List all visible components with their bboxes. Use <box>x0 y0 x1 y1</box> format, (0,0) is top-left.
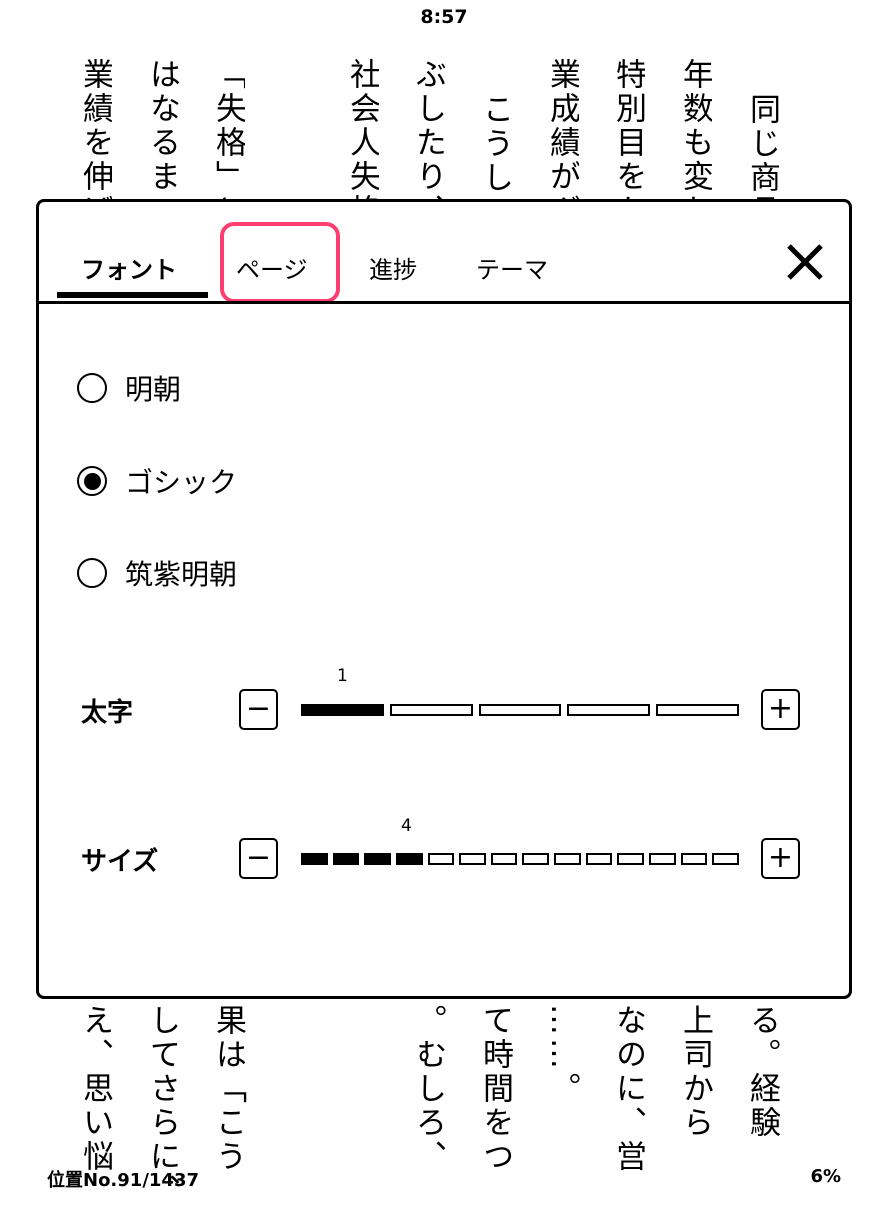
tab-progress[interactable]: 進捗 <box>369 250 417 285</box>
slider-segment-empty[interactable] <box>656 704 739 716</box>
close-icon[interactable] <box>783 240 827 284</box>
slider-segment-empty[interactable] <box>522 853 550 865</box>
location-indicator: 位置No.91/1437 <box>47 1170 199 1191</box>
text-column: 特別目をか <box>611 58 645 199</box>
text-column: ぶしたり、 <box>411 58 445 199</box>
text-column: 。むしろ、 <box>410 1004 446 1174</box>
bold-value: 1 <box>337 666 348 686</box>
text-column: 「失格」と <box>211 58 245 199</box>
slider-segment-empty[interactable] <box>712 853 739 865</box>
font-option-gothic[interactable]: ゴシック <box>77 461 237 501</box>
slider-segment-empty[interactable] <box>478 704 562 716</box>
text-column: ……。 <box>544 1004 580 1106</box>
slider-segment-empty[interactable] <box>585 853 613 865</box>
slider-segment-filled[interactable] <box>364 853 391 865</box>
slider-segment-filled[interactable] <box>332 853 360 865</box>
bold-slider[interactable] <box>301 704 739 716</box>
text-column: 年数も変わ <box>678 58 712 199</box>
active-tab-indicator <box>57 292 208 298</box>
text-column: 社会人失格 <box>345 58 379 199</box>
status-time: 8:57 <box>420 6 468 28</box>
size-slider[interactable] <box>301 853 739 865</box>
tab-divider <box>39 301 849 304</box>
text-column: 業成績がグ <box>545 58 579 199</box>
text-column: 上司から <box>677 1004 713 1140</box>
size-label: サイズ <box>81 847 159 877</box>
tab-highlight-box <box>220 222 340 303</box>
font-option-label: 筑紫明朝 <box>125 558 238 591</box>
bold-increase-button[interactable]: + <box>761 689 800 730</box>
text-column: 果は「こう <box>210 1004 246 1174</box>
slider-segment-filled[interactable] <box>395 853 423 865</box>
slider-segment-empty[interactable] <box>554 853 581 865</box>
slider-segment-empty[interactable] <box>567 704 651 716</box>
size-decrease-button[interactable]: − <box>239 838 278 879</box>
text-column: る。経験 <box>744 1004 780 1140</box>
progress-percent: 6% <box>810 1166 841 1187</box>
slider-segment-empty[interactable] <box>649 853 676 865</box>
slider-segment-filled[interactable] <box>301 704 384 716</box>
font-option-mincho[interactable]: 明朝 <box>77 368 181 408</box>
bold-decrease-button[interactable]: − <box>239 689 278 730</box>
slider-segment-empty[interactable] <box>680 853 708 865</box>
reading-settings-panel: フォント ページ 進捗 テーマ 明朝 ゴシック 筑紫明朝 太字 − 1 + サイ… <box>36 199 852 999</box>
bold-label: 太字 <box>81 698 134 728</box>
font-option-tsukushi-mincho[interactable]: 筑紫明朝 <box>77 553 237 593</box>
text-column: 業績を伸ば <box>78 58 112 199</box>
slider-segment-empty[interactable] <box>490 853 518 865</box>
slider-segment-empty[interactable] <box>427 853 455 865</box>
font-option-label: ゴシック <box>125 466 238 499</box>
text-column: て時間をつ <box>477 1004 513 1174</box>
text-column: なのに、営 <box>610 1004 646 1174</box>
slider-segment-empty[interactable] <box>459 853 486 865</box>
size-value: 4 <box>401 816 412 836</box>
font-option-label: 明朝 <box>125 373 182 406</box>
radio-button-selected[interactable] <box>77 466 107 496</box>
radio-button[interactable] <box>77 558 107 588</box>
size-increase-button[interactable]: + <box>761 838 800 879</box>
slider-segment-empty[interactable] <box>389 704 473 716</box>
radio-button[interactable] <box>77 373 107 403</box>
text-column: はなるまい <box>145 58 179 199</box>
slider-segment-empty[interactable] <box>617 853 645 865</box>
tab-font[interactable]: フォント <box>81 250 177 285</box>
tab-theme[interactable]: テーマ <box>476 250 548 285</box>
slider-segment-filled[interactable] <box>301 853 328 865</box>
text-column: え、思い悩 <box>77 1004 113 1174</box>
